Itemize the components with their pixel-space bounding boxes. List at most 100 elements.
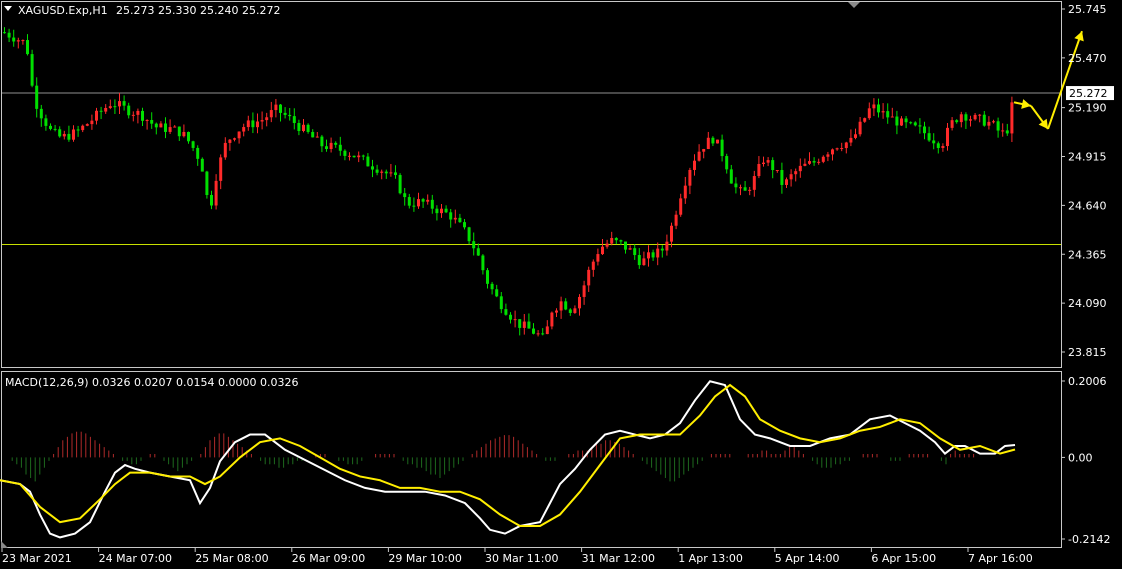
candle-body [159,123,163,128]
candle-body [72,129,75,140]
candle-body [978,114,982,116]
time-tick-label: 26 Mar 09:00 [292,552,365,565]
candle-body [555,310,558,313]
candle-body [417,199,420,207]
candle-body [233,138,236,140]
candle-body [49,125,52,129]
candle-body [104,107,108,112]
candle-body [674,214,678,226]
candle-body [716,139,719,144]
candle-body [343,150,347,156]
candle-body [743,187,747,191]
candle-body [909,122,913,124]
candle-body [219,157,223,181]
candle-body [1005,130,1009,134]
candle-body [16,40,20,42]
scroll-marker-icon[interactable] [848,2,860,8]
candle-body [872,104,876,109]
candle-body [683,185,687,199]
candle-body [182,131,186,137]
ohlc-values: 25.273 25.330 25.240 25.272 [116,4,280,17]
candle-body [246,120,250,128]
macd-scroll-marker-icon[interactable] [1,541,8,548]
candle-body [582,285,586,297]
candle-body [118,101,121,107]
candle-body [453,217,457,220]
candle-body [633,248,637,256]
macd-axis: 0.2006 0.00 -0.2142 [1061,375,1110,546]
main-chart-frame [1,1,1062,368]
candle-body [274,104,278,111]
candle-body [697,151,701,161]
candle-body [711,137,715,144]
candle-body [26,40,29,55]
candle-body [596,254,600,262]
candle-body [936,143,940,148]
candle-body [679,198,683,215]
candle-body [127,105,131,116]
candle-body [58,129,62,137]
candle-body [348,155,351,157]
candle-body [729,169,733,184]
candle-body [821,156,825,162]
candle-body [877,104,880,113]
candle-body [292,116,296,123]
candle-body [141,110,144,121]
candle-body [564,301,568,310]
candle-body [325,146,328,149]
candle-body [145,120,149,122]
candles-group [3,27,1014,337]
candle-body [762,162,765,164]
candle-body [835,148,839,150]
dropdown-triangle-icon[interactable] [4,6,12,11]
candle-body [946,127,949,147]
candle-body [62,133,66,137]
candle-body [881,111,885,113]
candle-body [113,106,117,108]
candle-body [191,141,195,148]
macd-line [0,380,1016,539]
price-tick-label: 25.190 [1068,102,1107,115]
candle-body [440,208,443,214]
macd-tick-label: -0.2142 [1068,533,1110,546]
candle-body [214,180,218,206]
candle-body [568,309,572,313]
candle-body [196,147,200,159]
candle-body [1010,102,1014,134]
candle-body [173,126,177,128]
candle-body [656,248,660,258]
candle-body [670,225,673,242]
candle-body [481,255,485,271]
candle-body [817,161,821,163]
candle-body [187,131,190,142]
candle-body [541,333,545,335]
candle-body [136,110,140,115]
candle-body [228,139,232,143]
macd-header-label: MACD(12,26,9) 0.0326 0.0207 0.0154 0.000… [5,376,298,389]
candle-body [614,238,618,241]
candle-body [256,121,259,128]
candle-body [444,208,448,213]
candle-body [959,114,963,123]
candle-body [39,108,43,119]
candle-body [826,154,830,157]
candle-body [789,174,793,180]
candle-body [808,161,811,164]
price-tick-label: 25.470 [1068,52,1107,65]
candle-body [748,189,752,191]
candle-body [306,124,310,132]
macd-lines-group [0,380,1016,539]
candle-body [559,301,563,311]
candle-body [389,172,393,174]
current-price-label: 25.272 [1069,87,1108,100]
candle-body [785,179,788,185]
candle-body [969,119,972,121]
candle-body [81,125,85,131]
candle-body [467,227,471,242]
candle-body [242,127,246,132]
time-tick-label: 25 Mar 08:00 [195,552,268,565]
candle-body [315,136,319,138]
candle-body [536,333,540,335]
candle-body [251,120,255,128]
candle-body [357,155,361,158]
